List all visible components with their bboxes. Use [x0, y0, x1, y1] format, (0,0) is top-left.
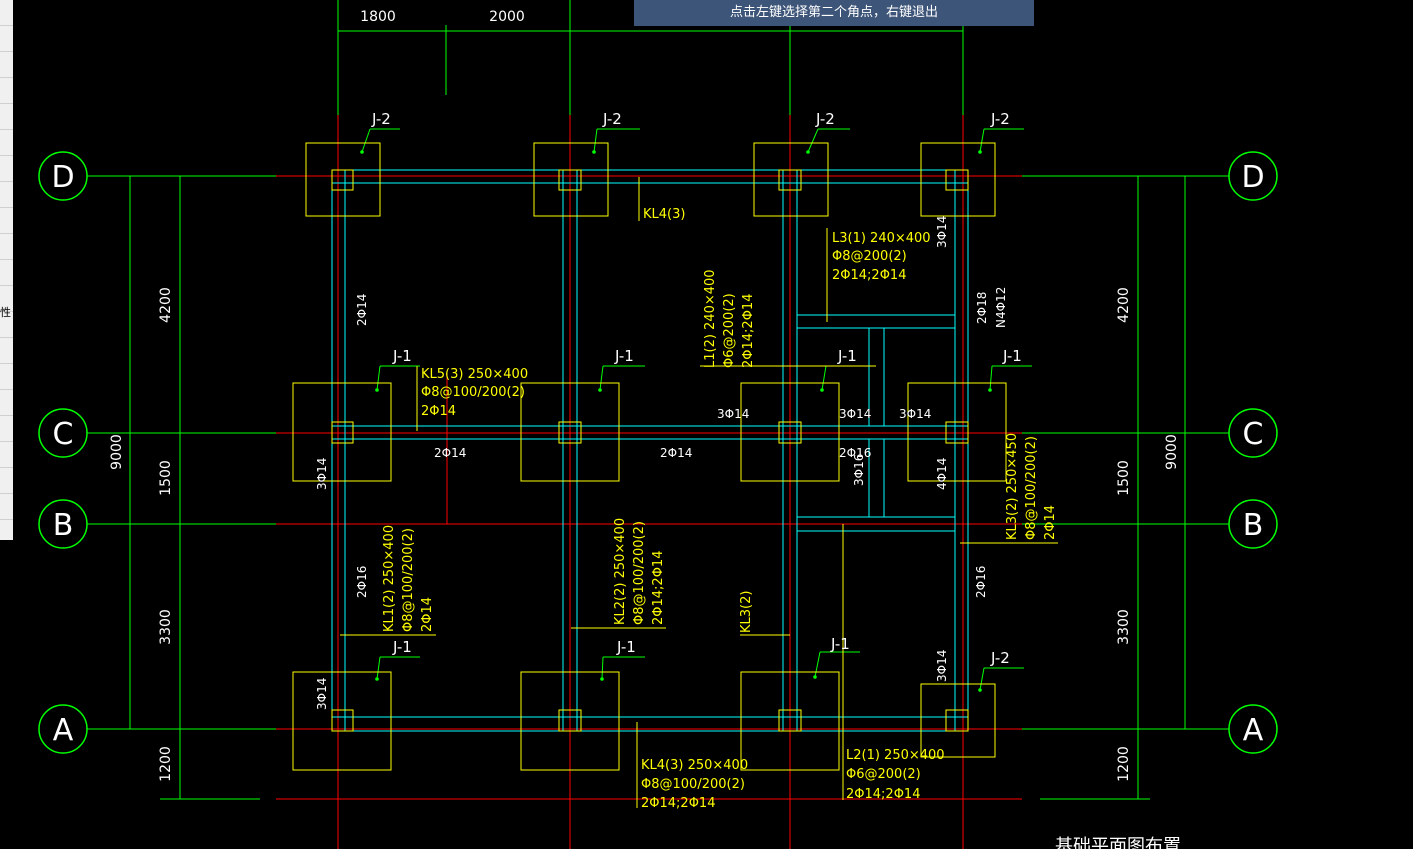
- beam-label-kl2-stirrup: Φ8@100/200(2): [632, 521, 647, 625]
- dim-left-4200: 4200: [158, 287, 174, 323]
- footing-label-j2: J-2: [990, 649, 1010, 667]
- axis-lines-red: [276, 115, 1022, 849]
- beam-label-kl4-bottom-rebar: 2Φ14;2Φ14: [641, 796, 715, 811]
- beam-label-kl3-mid: KL3(2): [739, 591, 754, 633]
- axis-label-d-left: D: [51, 160, 74, 195]
- dim-left-1500: 1500: [158, 460, 174, 496]
- beam-label-kl5-rebar: 2Φ14: [421, 404, 456, 419]
- beam-label-kl5-stirrup: Φ8@100/200(2): [421, 385, 525, 400]
- rebar-label: 4Φ14: [935, 458, 949, 490]
- beam-label-kl2: KL2(2) 250×400: [613, 518, 628, 625]
- rebar-label: 2Φ16: [974, 566, 988, 598]
- axis-label-c-right: C: [1243, 417, 1264, 452]
- dim-right-3300: 3300: [1116, 609, 1132, 645]
- rebar-label: 3Φ14: [315, 678, 329, 710]
- beam-label-l1-rebar: 2Φ14;2Φ14: [741, 294, 756, 368]
- dim-left-3300: 3300: [158, 609, 174, 645]
- dim-right-total: 9000: [1164, 434, 1180, 470]
- beam-label-kl4-bottom: KL4(3) 250×400: [641, 758, 748, 773]
- footing-label-j1: J-1: [614, 347, 634, 365]
- footing-label-j1: J-1: [837, 347, 857, 365]
- footing-label-j1: J-1: [830, 635, 850, 653]
- beam-label-kl2-rebar: 2Φ14;2Φ14: [651, 551, 666, 625]
- footing-label-j1: J-1: [616, 638, 636, 656]
- dim-right-1500: 1500: [1116, 460, 1132, 496]
- cad-drawing-canvas[interactable]: D D C C B B A A 1800 2000 4200 1500 3300…: [0, 0, 1413, 849]
- footing-label-j2: J-2: [371, 110, 391, 128]
- dim-right-4200: 4200: [1116, 287, 1132, 323]
- beam-label-kl3: KL3(2) 250×450: [1005, 433, 1020, 540]
- dim-right-1200: 1200: [1116, 746, 1132, 782]
- axis-label-c-left: C: [53, 417, 74, 452]
- footing-label-j1: J-1: [392, 347, 412, 365]
- dim-left-total: 9000: [109, 434, 125, 470]
- beam-label-l3-rebar: 2Φ14;2Φ14: [832, 268, 906, 283]
- rebar-label: 3Φ14: [899, 407, 931, 421]
- beam-label-l3-stirrup: Φ8@200(2): [832, 249, 907, 264]
- beam-label-kl1-rebar: 2Φ14: [420, 597, 435, 632]
- beam-label-kl4-bottom-stirrup: Φ8@100/200(2): [641, 777, 745, 792]
- beam-label-l2: L2(1) 250×400: [846, 748, 945, 763]
- footing-label-j1: J-1: [1002, 347, 1022, 365]
- beam-label-l2-rebar: 2Φ14;2Φ14: [846, 787, 920, 802]
- rebar-label: 2Φ14: [660, 446, 692, 460]
- rebar-label: 3Φ14: [935, 650, 949, 682]
- rebar-label: 2Φ18: [975, 292, 989, 324]
- beam-label-l2-stirrup: Φ6@200(2): [846, 767, 921, 782]
- dim-top-2000: 2000: [489, 9, 525, 25]
- axis-label-b-left: B: [53, 508, 74, 543]
- dim-top-1800: 1800: [360, 9, 396, 25]
- rebar-label: 2Φ14: [355, 294, 369, 326]
- axis-label-a-right: A: [1243, 713, 1264, 748]
- beam-label-kl1-stirrup: Φ8@100/200(2): [401, 528, 416, 632]
- dim-left-1200: 1200: [158, 746, 174, 782]
- beam-label-kl3-rebar: 2Φ14: [1043, 505, 1058, 540]
- rebar-label: 3Φ14: [717, 407, 749, 421]
- rebar-label: 2Φ14: [434, 446, 466, 460]
- beam-label-l3: L3(1) 240×400: [832, 231, 931, 246]
- beam-label-kl3-stirrup: Φ8@100/200(2): [1024, 436, 1039, 540]
- axis-bubbles: [38, 151, 1278, 754]
- footing-label-j2: J-2: [990, 110, 1010, 128]
- beam-label-kl1: KL1(2) 250×400: [382, 525, 397, 632]
- axis-label-d-right: D: [1241, 160, 1264, 195]
- axis-label-b-right: B: [1243, 508, 1264, 543]
- rebar-label: 3Φ16: [852, 454, 866, 486]
- rebar-label: 2Φ16: [355, 566, 369, 598]
- beam-label-kl4-top: KL4(3): [643, 207, 685, 222]
- drawing-title: 基础平面图布置: [1055, 836, 1181, 849]
- rebar-label: 3Φ14: [935, 216, 949, 248]
- axis-label-a-left: A: [53, 713, 74, 748]
- beam-label-l1-stirrup: Φ6@200(2): [722, 293, 737, 368]
- beam-label-kl5: KL5(3) 250×400: [421, 367, 528, 382]
- rebar-label: 3Φ14: [839, 407, 871, 421]
- rebar-label: 3Φ14: [315, 458, 329, 490]
- grid-lines: [87, 0, 1229, 800]
- status-tip: 点击左键选择第二个角点，右键退出: [634, 0, 1034, 26]
- rebar-label: N4Φ12: [994, 287, 1008, 328]
- footing-label-j2: J-2: [815, 110, 835, 128]
- beam-label-l1: L1(2) 240×400: [703, 269, 718, 368]
- footing-label-j2: J-2: [602, 110, 622, 128]
- footing-label-j1: J-1: [392, 638, 412, 656]
